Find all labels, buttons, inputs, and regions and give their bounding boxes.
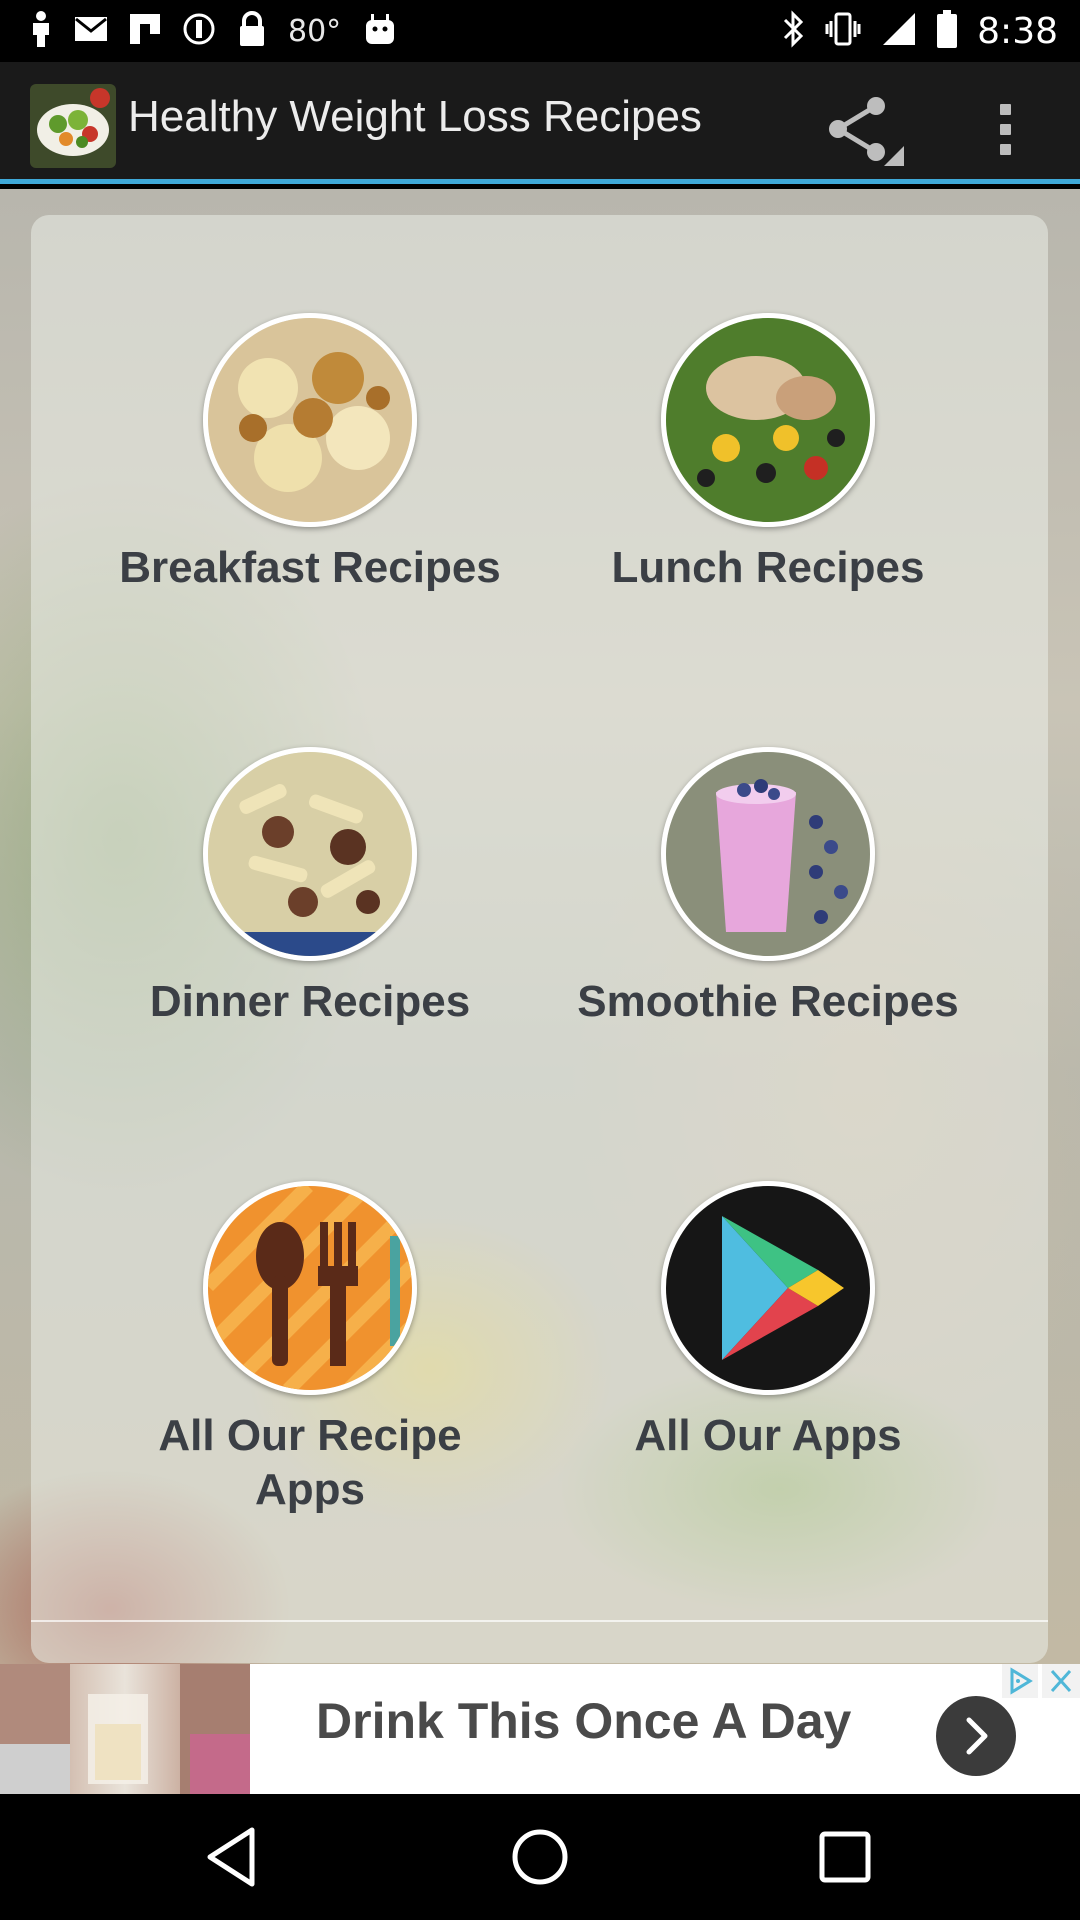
ad-open-button[interactable]: [936, 1696, 1016, 1776]
android-icon: [363, 12, 397, 51]
vibrate-icon: [825, 11, 861, 52]
chevron-right-icon: [936, 1717, 1016, 1780]
notification-person-icon: [30, 10, 52, 52]
main-content: Breakfast Recipes Lunch Recipes Dinner R…: [0, 189, 1080, 1664]
home-button[interactable]: [495, 1822, 585, 1892]
overflow-dot: [999, 143, 1011, 155]
panel-divider: [31, 1620, 1048, 1622]
recents-button[interactable]: [800, 1822, 890, 1892]
dinner-recipes-tile[interactable]: Dinner Recipes: [100, 747, 520, 1029]
ad-image[interactable]: [0, 1664, 250, 1794]
close-icon: [1042, 1669, 1080, 1702]
mail-icon: [74, 16, 108, 47]
spoon-fork-icon: [203, 1181, 417, 1395]
all-apps-tile[interactable]: All Our Apps: [558, 1181, 978, 1463]
overflow-menu-button[interactable]: [970, 84, 1040, 174]
app-title: Healthy Weight Loss Recipes: [128, 92, 702, 141]
breakfast-food-image: [203, 313, 417, 527]
share-button[interactable]: [818, 84, 908, 174]
flipboard-icon: [130, 13, 160, 49]
battery-icon: [937, 9, 958, 53]
status-bar: 80° 8:38: [0, 0, 1080, 62]
temperature-text: 80°: [288, 13, 342, 49]
bluetooth-icon: [781, 9, 805, 54]
all-apps-label: All Our Apps: [634, 1411, 902, 1460]
breakfast-recipes-label: Breakfast Recipes: [119, 543, 501, 592]
lunch-recipes-label: Lunch Recipes: [611, 543, 925, 592]
overflow-dot: [999, 103, 1011, 115]
breakfast-recipes-tile[interactable]: Breakfast Recipes: [100, 313, 520, 595]
ad-choices-icon: [1002, 1667, 1038, 1702]
navigation-bar: [0, 1794, 1080, 1920]
all-recipe-apps-tile[interactable]: All Our Recipe Apps: [100, 1181, 520, 1517]
signal-icon: [881, 11, 917, 52]
ad-headline[interactable]: Drink This Once A Day: [316, 1692, 851, 1750]
dinner-pasta-image: [203, 747, 417, 961]
play-store-icon: [661, 1181, 875, 1395]
power-saving-icon: [182, 12, 216, 51]
lunch-salad-image: [661, 313, 875, 527]
app-logo-icon[interactable]: [30, 84, 116, 168]
action-bar: Healthy Weight Loss Recipes: [0, 62, 1080, 184]
ad-close-button[interactable]: [1042, 1664, 1080, 1698]
share-icon: [818, 97, 908, 178]
lock-icon: [238, 10, 266, 52]
ad-banner[interactable]: Drink This Once A Day: [0, 1664, 1080, 1794]
clock-text: 8:38: [977, 10, 1058, 52]
dinner-recipes-label: Dinner Recipes: [149, 977, 471, 1026]
smoothie-image: [661, 747, 875, 961]
lunch-recipes-tile[interactable]: Lunch Recipes: [558, 313, 978, 595]
smoothie-recipes-tile[interactable]: Smoothie Recipes: [558, 747, 978, 1029]
home-circle-icon: [495, 1829, 585, 1896]
all-recipe-apps-label: All Our Recipe Apps: [158, 1411, 462, 1514]
smoothie-recipes-label: Smoothie Recipes: [577, 977, 959, 1026]
back-triangle-icon: [190, 1827, 280, 1896]
ad-choices-button[interactable]: [1002, 1664, 1038, 1698]
recents-square-icon: [800, 1831, 890, 1896]
back-button[interactable]: [190, 1822, 280, 1892]
overflow-dot: [999, 123, 1011, 135]
